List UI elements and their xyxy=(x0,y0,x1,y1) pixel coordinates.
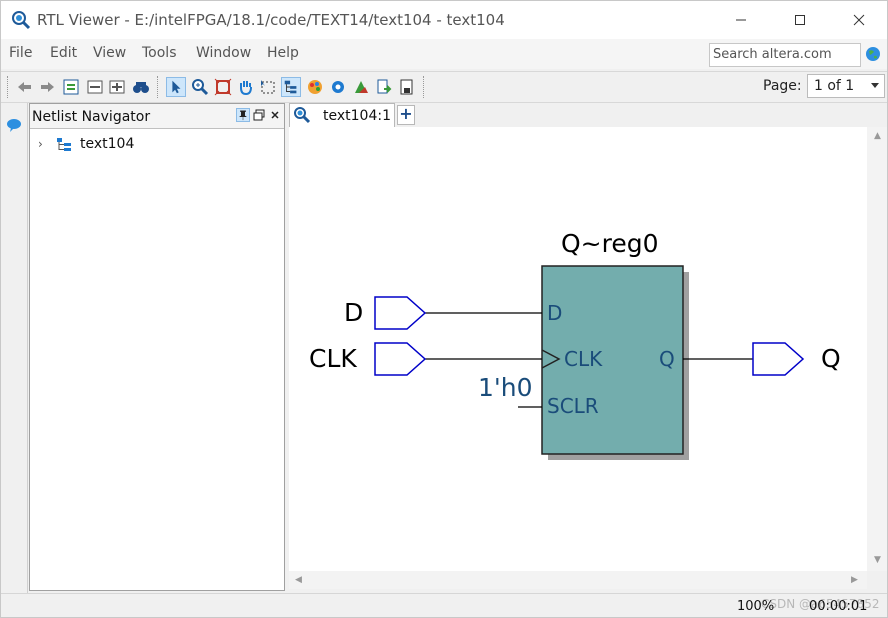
search-input[interactable]: Search altera.com xyxy=(709,43,861,67)
left-dock-strip xyxy=(1,103,28,593)
elapsed-time: 00:00:01 xyxy=(809,599,868,614)
toolbar xyxy=(1,71,887,103)
input-d-label: D xyxy=(344,298,363,327)
menu-view[interactable]: View xyxy=(93,45,126,61)
toolbar-grip xyxy=(157,76,161,98)
collapse-icon[interactable] xyxy=(85,77,105,97)
rtl-viewer-window: RTL Viewer - E:/intelFPGA/18.1/code/TEXT… xyxy=(0,0,888,618)
register-name: Q~reg0 xyxy=(561,229,659,258)
hierarchy-tree-icon xyxy=(57,138,71,151)
toolbar-grip xyxy=(423,76,427,98)
rtl-viewer-tab-icon xyxy=(294,107,311,124)
globe-icon[interactable] xyxy=(865,46,881,62)
input-port-clk[interactable] xyxy=(374,342,427,376)
toolbar-grip xyxy=(7,76,11,98)
scroll-left-icon[interactable]: ◀ xyxy=(295,575,302,585)
print-icon[interactable] xyxy=(397,77,417,97)
export-icon[interactable] xyxy=(374,77,394,97)
fit-icon[interactable] xyxy=(213,77,233,97)
color-icon[interactable] xyxy=(305,77,325,97)
status-bar: CSDN @a65457852 100% 00:00:01 xyxy=(1,593,887,617)
scroll-down-icon[interactable]: ▼ xyxy=(874,555,881,565)
tab-label: text104:1 xyxy=(323,108,391,124)
add-tab-button[interactable]: + xyxy=(397,105,415,125)
expand-icon[interactable] xyxy=(107,77,127,97)
menu-tools[interactable]: Tools xyxy=(142,45,177,61)
port-clk-label: CLK xyxy=(564,347,603,371)
close-icon xyxy=(853,14,864,26)
menu-window[interactable]: Window xyxy=(196,45,251,61)
tab-strip: text104:1 + xyxy=(289,103,887,127)
tab-text104-1[interactable]: text104:1 xyxy=(289,103,395,127)
close-panel-icon[interactable] xyxy=(268,108,282,122)
refresh-icon[interactable] xyxy=(61,77,81,97)
pin-icon[interactable] xyxy=(236,108,250,122)
netlist-navigator-panel: Netlist Navigator › text104 xyxy=(29,103,285,591)
port-sclr-label: SCLR xyxy=(547,394,599,418)
minimize-button[interactable] xyxy=(711,1,770,39)
hierarchy-icon[interactable] xyxy=(281,77,301,97)
window-title: RTL Viewer - E:/intelFPGA/18.1/code/TEXT… xyxy=(37,11,505,29)
schematic-canvas[interactable]: Q~reg0 D CLK SCLR Q D CLK 1'h0 Q xyxy=(289,127,867,571)
maximize-button[interactable] xyxy=(770,1,829,39)
horizontal-scrollbar[interactable]: ◀ ▶ xyxy=(289,571,867,589)
title-bar: RTL Viewer - E:/intelFPGA/18.1/code/TEXT… xyxy=(1,1,887,39)
page-label: Page: xyxy=(763,78,802,94)
maximize-icon xyxy=(794,15,805,25)
select-pointer-icon[interactable] xyxy=(166,77,186,97)
rtl-viewer-app-icon xyxy=(12,11,31,30)
page-select-value: 1 of 1 xyxy=(814,78,855,94)
chevron-down-icon xyxy=(871,83,879,88)
port-q-label: Q xyxy=(659,347,675,371)
menu-file[interactable]: File xyxy=(9,45,32,61)
page-select[interactable]: 1 of 1 xyxy=(807,74,885,98)
constant-label: 1'h0 xyxy=(478,373,533,402)
float-window-icon[interactable] xyxy=(252,108,266,122)
forward-icon[interactable] xyxy=(37,77,57,97)
input-clk-label: CLK xyxy=(309,344,357,373)
select-region-icon[interactable] xyxy=(258,77,278,97)
scroll-up-icon[interactable]: ▲ xyxy=(874,131,881,141)
menu-help[interactable]: Help xyxy=(267,45,299,61)
tree-item-label: text104 xyxy=(80,136,135,152)
tree-item-text104[interactable]: › text104 xyxy=(36,136,276,154)
navigator-header: Netlist Navigator xyxy=(30,104,284,129)
find-icon[interactable] xyxy=(131,77,151,97)
chat-bubble-icon[interactable] xyxy=(6,117,22,133)
hand-pan-icon[interactable] xyxy=(236,77,256,97)
schematic-svg: Q~reg0 D CLK SCLR Q D CLK 1'h0 Q xyxy=(309,229,841,460)
chevron-right-icon[interactable]: › xyxy=(38,137,43,151)
port-d-label: D xyxy=(547,301,562,325)
zoom-level: 100% xyxy=(737,599,775,614)
minimize-icon xyxy=(735,19,746,21)
settings-icon[interactable] xyxy=(328,77,348,97)
input-port-d[interactable] xyxy=(374,296,427,330)
zoom-icon[interactable] xyxy=(190,77,210,97)
output-q-label: Q xyxy=(821,344,841,373)
filter-icon[interactable] xyxy=(351,77,371,97)
close-button[interactable] xyxy=(829,1,887,39)
menu-edit[interactable]: Edit xyxy=(50,45,77,61)
navigator-title: Netlist Navigator xyxy=(32,109,151,125)
vertical-scrollbar[interactable]: ▲ ▼ xyxy=(867,127,887,571)
output-port-q[interactable] xyxy=(752,342,805,376)
back-icon[interactable] xyxy=(15,77,35,97)
scroll-right-icon[interactable]: ▶ xyxy=(851,575,858,585)
